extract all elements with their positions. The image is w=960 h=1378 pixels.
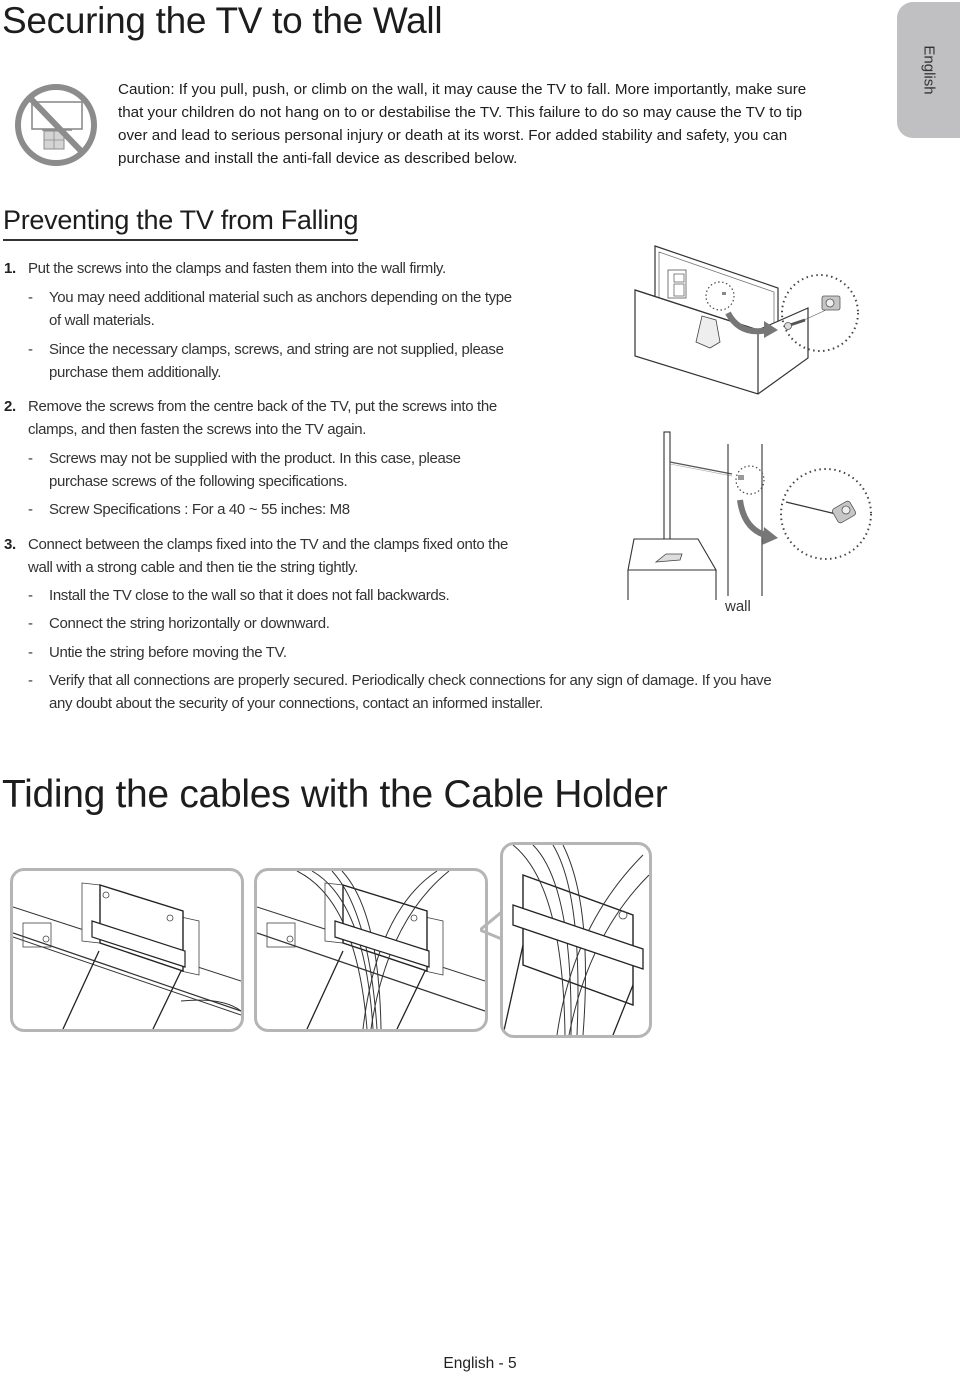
step-line: wall with a strong cable and then tie th… <box>28 559 358 576</box>
step-2: 2. Remove the screws from the centre bac… <box>4 395 604 443</box>
bullet-line: You may need additional material such as… <box>49 289 512 306</box>
step-number: 2. <box>4 398 16 415</box>
cable-holder-with-cables-illustration <box>254 868 488 1032</box>
bullet-dash: - <box>28 450 33 467</box>
cable-holder-empty-illustration <box>10 868 244 1032</box>
bullet-text: Untie the string before moving the TV. <box>49 644 287 661</box>
bullet-dash: - <box>28 672 33 689</box>
bullet-line: Since the necessary clamps, screws, and … <box>49 341 504 358</box>
bullet-line: purchase them additionally. <box>49 364 222 381</box>
caution-line: purchase and install the anti-fall devic… <box>118 150 518 167</box>
cable-holder-detail-illustration <box>500 842 652 1038</box>
bullet-line: Screws may not be supplied with the prod… <box>49 450 461 467</box>
step-text: Remove the screws from the centre back o… <box>28 395 588 441</box>
tv-back-screw-clamp-illustration <box>630 238 860 398</box>
bullet: - Since the necessary clamps, screws, an… <box>0 338 600 386</box>
bullet: - Untie the string before moving the TV. <box>0 641 600 665</box>
language-tab-label: English <box>920 45 937 95</box>
bullet-text: Verify that all connections are properly… <box>49 669 772 715</box>
caution-line: that your children do not hang on to or … <box>118 104 803 121</box>
bullet-text: Screws may not be supplied with the prod… <box>49 447 461 493</box>
step-line: clamps, and then fasten the screws into … <box>28 421 367 438</box>
step-line: Connect between the clamps fixed into th… <box>28 536 508 553</box>
bullet-line: of wall materials. <box>49 312 155 329</box>
bullet-line: Verify that all connections are properly… <box>49 672 772 689</box>
caution-line: over and lead to serious personal injury… <box>118 127 788 144</box>
bullet: - You may need additional material such … <box>0 286 600 334</box>
bullet: - Screws may not be supplied with the pr… <box>0 447 600 495</box>
section-heading-preventing: Preventing the TV from Falling <box>3 205 358 241</box>
bullet-line: any doubt about the security of your con… <box>49 695 543 712</box>
page-footer: English - 5 <box>443 1355 517 1372</box>
tv-wall-string-illustration <box>620 430 880 620</box>
bullet-dash: - <box>28 644 33 661</box>
step-text: Put the screws into the clamps and faste… <box>28 260 446 277</box>
bullet: - Verify that all connections are proper… <box>0 669 900 717</box>
bullet-text: Connect the string horizontally or downw… <box>49 615 330 632</box>
caution-paragraph: Caution: If you pull, push, or climb on … <box>118 78 878 170</box>
step-text: Connect between the clamps fixed into th… <box>28 533 588 579</box>
preventing-heading: Preventing the TV from Falling <box>3 205 358 241</box>
step-3: 3. Connect between the clamps fixed into… <box>4 533 604 581</box>
bullet: - Connect the string horizontally or dow… <box>0 612 600 636</box>
bullet-dash: - <box>28 289 33 306</box>
step-number: 1. <box>4 260 16 277</box>
bullet-text: You may need additional material such as… <box>49 286 512 332</box>
step-number: 3. <box>4 536 16 553</box>
bullet-dash: - <box>28 341 33 358</box>
step-line: Remove the screws from the centre back o… <box>28 398 497 415</box>
caution-line: Caution: If you pull, push, or climb on … <box>118 81 807 98</box>
bullet-dash: - <box>28 615 33 632</box>
step-1: 1. Put the screws into the clamps and fa… <box>4 257 604 281</box>
bullet-dash: - <box>28 587 33 604</box>
bullet: - Screw Specifications : For a 40 ~ 55 i… <box>0 498 600 522</box>
bullet-line: purchase screws of the following specifi… <box>49 473 348 490</box>
bullet-text: Since the necessary clamps, screws, and … <box>49 338 504 384</box>
bullet: - Install the TV close to the wall so th… <box>0 584 600 608</box>
page-title: Securing the TV to the Wall <box>2 0 443 41</box>
cable-holder-heading: Tiding the cables with the Cable Holder <box>2 773 668 816</box>
language-tab[interactable]: English <box>897 2 960 138</box>
no-tv-on-furniture-prohibition-icon <box>14 83 98 167</box>
bullet-text: Screw Specifications : For a 40 ~ 55 inc… <box>49 501 350 518</box>
wall-label: wall <box>725 598 751 615</box>
bullet-text: Install the TV close to the wall so that… <box>49 587 450 604</box>
bullet-dash: - <box>28 501 33 518</box>
